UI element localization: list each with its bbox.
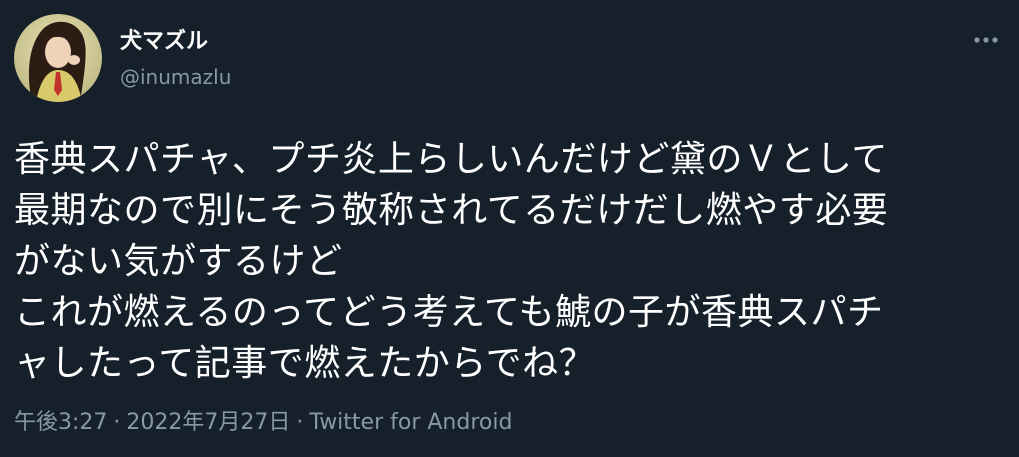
tweet-text-line: これが燃えるのってどう考えても鯱の子が香典スパチ [14, 292, 884, 333]
avatar-image [14, 14, 102, 102]
tweet-text-line: 最期なので別にそう敬称されてるだけだし燃やす必要 [14, 190, 889, 231]
tweet-date[interactable]: 2022年7月27日 [126, 408, 290, 438]
meta-separator: · [113, 410, 121, 435]
meta-separator: · [296, 410, 304, 435]
author-display-name[interactable]: 犬マズル [120, 28, 208, 56]
avatar[interactable] [14, 14, 102, 102]
tweet-card: 犬マズル @inumazlu 香典スパチャ、プチ炎上らしいんだけど黛のＶとして … [0, 0, 1019, 457]
tweet-source-link[interactable]: Twitter for Android [309, 408, 512, 438]
more-options-button[interactable] [969, 26, 1003, 54]
tweet-text-line: 香典スパチャ、プチ炎上らしいんだけど黛のＶとして [14, 139, 888, 180]
tweet-text-line: ャしたって記事で燃えたからでね？ [14, 343, 596, 384]
tweet-text-line: がない気がするけど [14, 241, 343, 282]
more-horizontal-icon [974, 37, 998, 43]
tweet-metadata: 午後3:27 · 2022年7月27日 · Twitter for Androi… [14, 408, 512, 438]
tweet-text: 香典スパチャ、プチ炎上らしいんだけど黛のＶとして 最期なので別にそう敬称されてる… [14, 134, 1004, 389]
tweet-time[interactable]: 午後3:27 [14, 408, 107, 438]
author-handle[interactable]: @inumazlu [120, 64, 231, 90]
